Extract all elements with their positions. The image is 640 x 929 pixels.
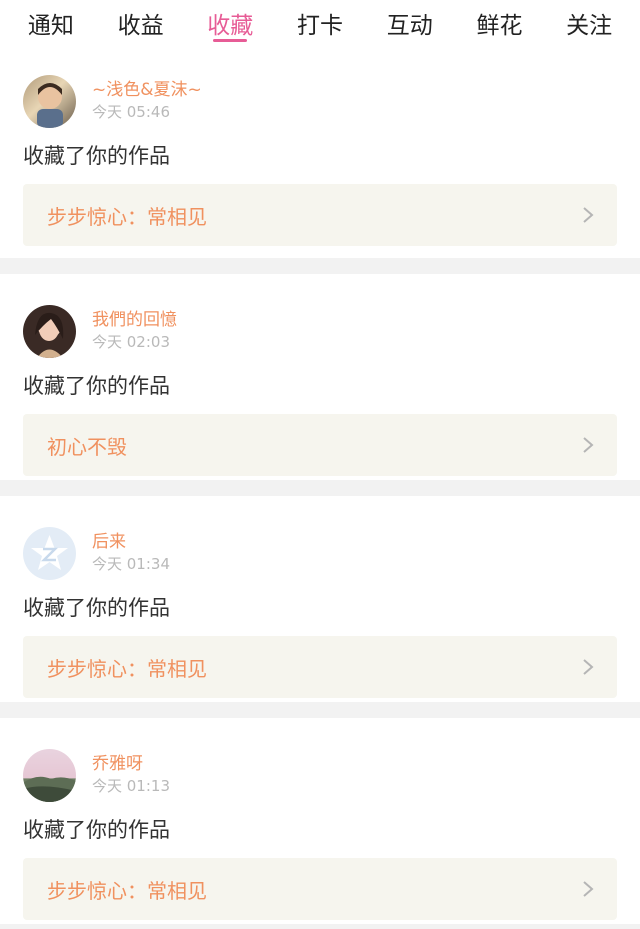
timestamp: 今天 05:46 xyxy=(92,103,170,121)
timestamp: 今天 02:03 xyxy=(92,333,170,351)
tab-label: 打卡 xyxy=(297,13,344,39)
list-item: 我們的回憶 今天 02:03 收藏了你的作品 初心不毁 xyxy=(0,274,640,480)
tab-label: 鲜花 xyxy=(476,13,523,39)
chevron-right-icon xyxy=(583,659,594,675)
action-text: 收藏了你的作品 xyxy=(23,596,170,620)
favorites-feed: ~浅色&夏沫~ 今天 05:46 收藏了你的作品 步步惊心：常相见 我們的回憶 … xyxy=(0,44,640,924)
user-name[interactable]: 后来 xyxy=(92,531,170,553)
timestamp: 今天 01:34 xyxy=(92,555,170,573)
list-item: ~浅色&夏沫~ 今天 05:46 收藏了你的作品 步步惊心：常相见 xyxy=(0,44,640,258)
tab-earnings[interactable]: 收益 xyxy=(96,0,186,44)
avatar[interactable] xyxy=(23,526,76,580)
avatar[interactable] xyxy=(23,304,76,358)
action-text: 收藏了你的作品 xyxy=(23,818,170,842)
item-header: 乔雅呀 今天 01:13 xyxy=(23,747,617,803)
tab-checkin[interactable]: 打卡 xyxy=(275,0,365,44)
avatar[interactable] xyxy=(23,748,76,802)
list-item: 后来 今天 01:34 收藏了你的作品 步步惊心：常相见 xyxy=(0,496,640,702)
woman-photo-avatar xyxy=(35,312,64,358)
tab-notifications[interactable]: 通知 xyxy=(6,0,96,44)
tab-label: 收益 xyxy=(117,13,164,39)
tab-flowers[interactable]: 鲜花 xyxy=(455,0,545,44)
tab-label: 关注 xyxy=(566,13,613,39)
chevron-right-icon xyxy=(583,207,594,223)
item-header: ~浅色&夏沫~ 今天 05:46 xyxy=(23,73,617,129)
tab-follow[interactable]: 关注 xyxy=(544,0,634,44)
user-name[interactable]: 乔雅呀 xyxy=(92,753,170,775)
landscape-photo-avatar xyxy=(23,776,76,802)
user-name[interactable]: ~浅色&夏沫~ xyxy=(92,79,202,101)
action-text: 收藏了你的作品 xyxy=(23,374,170,398)
chevron-right-icon xyxy=(583,437,594,453)
list-item: 乔雅呀 今天 01:13 收藏了你的作品 步步惊心：常相见 xyxy=(0,718,640,924)
tab-label: 通知 xyxy=(27,13,74,39)
work-title: 步步惊心：常相见 xyxy=(47,656,207,681)
work-title: 初心不毁 xyxy=(47,434,127,459)
work-title: 步步惊心：常相见 xyxy=(47,878,207,903)
timestamp: 今天 01:13 xyxy=(92,777,170,795)
tab-interaction[interactable]: 互动 xyxy=(365,0,455,44)
tab-bar: 通知 收益 收藏 打卡 互动 鲜花 关注 xyxy=(0,0,640,44)
work-link[interactable]: 初心不毁 xyxy=(23,414,617,476)
item-header: 后来 今天 01:34 xyxy=(23,525,617,581)
item-header: 我們的回憶 今天 02:03 xyxy=(23,303,617,359)
child-photo-avatar xyxy=(37,82,63,128)
work-link[interactable]: 步步惊心：常相见 xyxy=(23,184,617,246)
tab-label: 互动 xyxy=(386,13,433,39)
chevron-right-icon xyxy=(583,881,594,897)
action-text: 收藏了你的作品 xyxy=(23,144,170,168)
tab-favorites[interactable]: 收藏 xyxy=(185,0,275,44)
tab-label: 收藏 xyxy=(207,13,254,39)
user-name[interactable]: 我們的回憶 xyxy=(92,309,177,331)
work-link[interactable]: 步步惊心：常相见 xyxy=(23,858,617,920)
qq-star-default-avatar xyxy=(31,534,68,570)
work-title: 步步惊心：常相见 xyxy=(47,204,207,229)
tab-underline xyxy=(213,39,248,42)
avatar[interactable] xyxy=(23,74,76,128)
work-link[interactable]: 步步惊心：常相见 xyxy=(23,636,617,698)
